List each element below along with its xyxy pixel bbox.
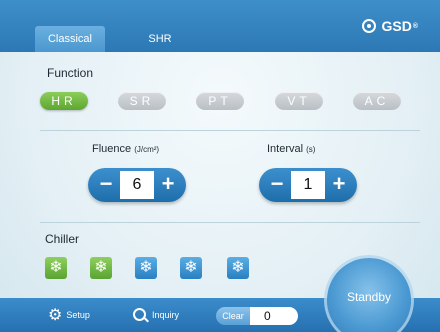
top-bar: Classical SHR GSD ®: [0, 0, 440, 52]
setup-button[interactable]: ⚙ Setup: [48, 305, 90, 325]
interval-title: Interval: [267, 143, 304, 155]
snowflake-icon: ❄: [231, 259, 245, 276]
chiller-label: Chiller: [45, 232, 80, 246]
app-screen: Classical SHR GSD ® Function HR SR PT VT…: [0, 0, 440, 332]
interval-value: 1: [291, 171, 325, 199]
interval-unit: (s): [306, 145, 316, 154]
pulse-counter: 0: [250, 307, 298, 325]
fluence-value: 6: [120, 171, 154, 199]
snowflake-icon: ❄: [139, 259, 153, 276]
divider: [40, 222, 420, 223]
fluence-title: Fluence: [92, 143, 132, 155]
gear-icon: ⚙: [48, 307, 63, 324]
fluence-stepper: − 6 +: [88, 168, 186, 202]
interval-label: Interval (s): [267, 143, 315, 155]
fluence-label: Fluence (J/cm²): [92, 143, 159, 155]
inquiry-label: Inquiry: [152, 309, 180, 320]
fluence-decrease-button[interactable]: −: [90, 168, 122, 202]
interval-stepper: − 1 +: [259, 168, 357, 202]
chiller-level-1-button[interactable]: ❄: [45, 257, 67, 279]
fluence-increase-button[interactable]: +: [152, 168, 184, 202]
snowflake-icon: ❄: [49, 259, 63, 276]
brand-logo: GSD ®: [362, 18, 418, 34]
divider: [40, 130, 420, 131]
snowflake-icon: ❄: [184, 259, 198, 276]
setup-label: Setup: [66, 310, 90, 320]
tab-classical[interactable]: Classical: [35, 26, 105, 52]
clear-button[interactable]: Clear: [216, 307, 250, 325]
search-icon: [133, 308, 146, 321]
mode-button-ac[interactable]: AC: [353, 92, 401, 110]
chiller-level-4-button[interactable]: ❄: [180, 257, 202, 279]
function-label: Function: [47, 66, 94, 80]
inquiry-button[interactable]: Inquiry: [133, 308, 179, 321]
interval-decrease-button[interactable]: −: [261, 168, 293, 202]
registered-mark: ®: [412, 22, 418, 30]
chiller-level-3-button[interactable]: ❄: [135, 257, 157, 279]
mode-button-vt[interactable]: VT: [275, 92, 323, 110]
snowflake-icon: ❄: [94, 259, 108, 276]
chiller-level-2-button[interactable]: ❄: [90, 257, 112, 279]
brand-name: GSD: [381, 18, 412, 34]
standby-button[interactable]: Standby: [327, 258, 411, 332]
chiller-level-5-button[interactable]: ❄: [227, 257, 249, 279]
mode-button-sr[interactable]: SR: [118, 92, 166, 110]
logo-mark-icon: [362, 19, 377, 33]
interval-increase-button[interactable]: +: [323, 168, 355, 202]
mode-button-hr[interactable]: HR: [40, 92, 88, 110]
tab-shr[interactable]: SHR: [140, 26, 180, 52]
mode-button-pt[interactable]: PT: [196, 92, 244, 110]
fluence-unit: (J/cm²): [134, 145, 160, 154]
